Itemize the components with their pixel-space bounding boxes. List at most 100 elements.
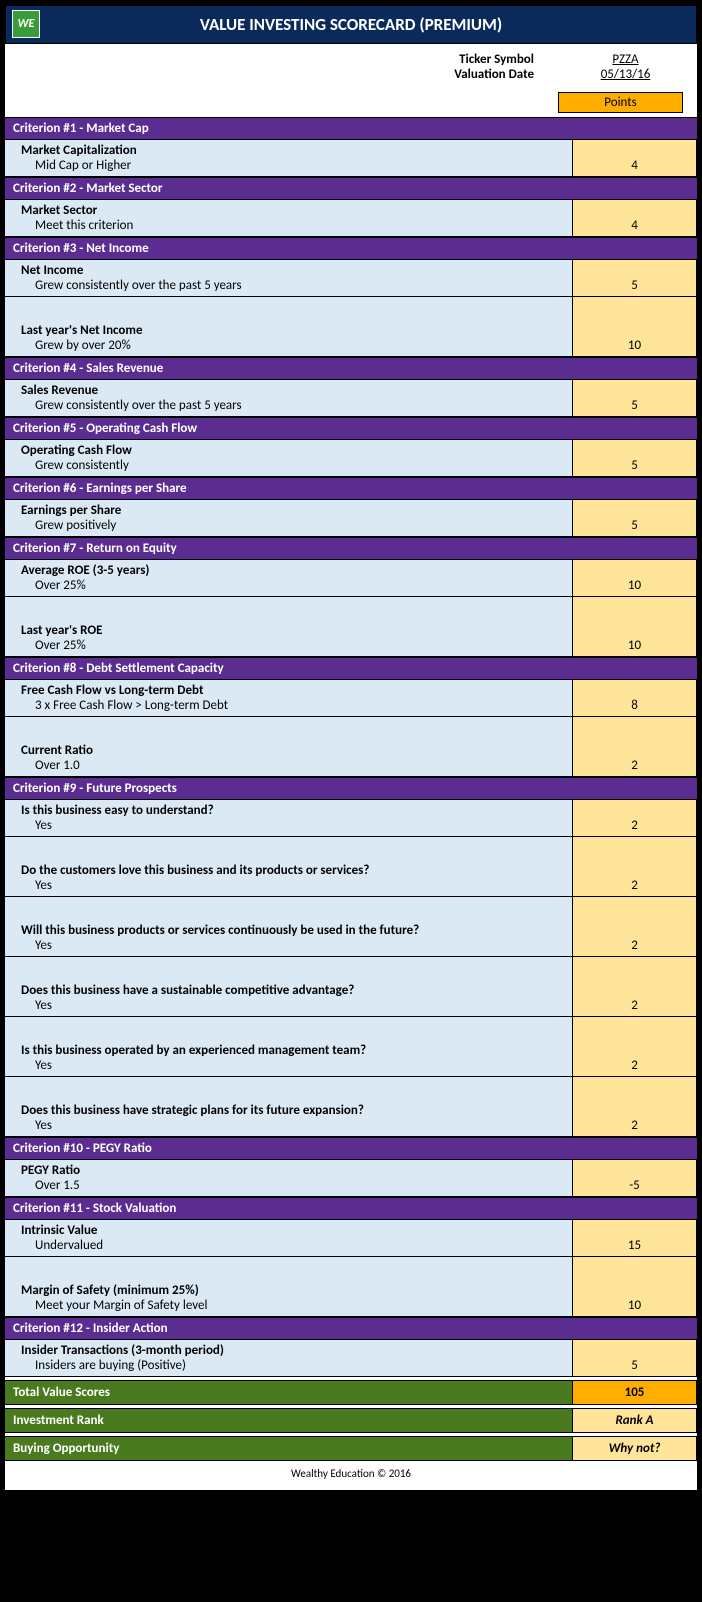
criterion-desc: Does this business have a sustainable co… (5, 980, 573, 1016)
criterion-points: 2 (573, 860, 697, 896)
criterion-sub: Over 25% (27, 638, 564, 653)
criterion-points: 5 (573, 1340, 697, 1376)
criterion-item-row: Sales RevenueGrew consistently over the … (5, 380, 697, 417)
criterion-header: Criterion #5 - Operating Cash Flow (5, 417, 697, 440)
criterion-sub: Yes (27, 998, 564, 1013)
spacer-row (5, 717, 697, 740)
criterion-sub: Undervalued (27, 1238, 564, 1253)
criterion-item-row: Free Cash Flow vs Long-term Debt3 x Free… (5, 680, 697, 717)
spacer-row (5, 1257, 697, 1280)
criterion-sub: Mid Cap or Higher (27, 158, 564, 173)
criterion-item-row: Intrinsic ValueUndervalued15 (5, 1220, 697, 1257)
spacer-row (5, 1017, 697, 1040)
criterion-points: 2 (573, 1100, 697, 1136)
buying-opportunity-label: Buying Opportunity (5, 1437, 573, 1460)
criterion-title: Last year's ROE (21, 623, 564, 638)
criterion-sub: Insiders are buying (Positive) (27, 1358, 564, 1373)
criterion-item-row: Last year's ROEOver 25%10 (5, 620, 697, 657)
criterion-item-row: Does this business have a sustainable co… (5, 980, 697, 1017)
ticker-label: Ticker Symbol (334, 52, 564, 67)
criterion-item-row: Does this business have strategic plans … (5, 1100, 697, 1137)
criterion-title: Insider Transactions (3-month period) (21, 1343, 564, 1358)
criterion-header: Criterion #12 - Insider Action (5, 1317, 697, 1340)
criterion-sub: Yes (27, 818, 564, 833)
spacer-row (5, 597, 697, 620)
criterion-desc: Market SectorMeet this criterion (5, 200, 573, 236)
criterion-title: Sales Revenue (21, 383, 564, 398)
criterion-sub: Yes (27, 1118, 564, 1133)
criterion-title: Earnings per Share (21, 503, 564, 518)
criterion-desc: Current RatioOver 1.0 (5, 740, 573, 776)
criterion-item-row: Market SectorMeet this criterion4 (5, 200, 697, 237)
spacer-row (5, 1077, 697, 1100)
investment-rank-value: Rank A (573, 1409, 697, 1432)
criterion-sub: Meet this criterion (27, 218, 564, 233)
spacer-row (5, 837, 697, 860)
spacer-row (5, 957, 697, 980)
footer-text: Wealthy Education © 2016 (5, 1461, 697, 1490)
criterion-sub: Grew consistently (27, 458, 564, 473)
date-label: Valuation Date (334, 67, 564, 82)
criterion-points: 10 (573, 620, 697, 656)
total-score-label: Total Value Scores (5, 1381, 573, 1404)
buying-opportunity-row: Buying Opportunity Why not? (5, 1436, 697, 1461)
criterion-points: 2 (573, 800, 697, 836)
criterion-item-row: Do the customers love this business and … (5, 860, 697, 897)
criterion-header: Criterion #4 - Sales Revenue (5, 357, 697, 380)
criterion-title: Operating Cash Flow (21, 443, 564, 458)
buying-opportunity-value: Why not? (573, 1437, 697, 1460)
criterion-points: 2 (573, 920, 697, 956)
criterion-header: Criterion #3 - Net Income (5, 237, 697, 260)
criterion-title: PEGY Ratio (21, 1163, 564, 1178)
criterion-points: 5 (573, 500, 697, 536)
criterion-item-row: Will this business products or services … (5, 920, 697, 957)
criterion-desc: Market CapitalizationMid Cap or Higher (5, 140, 573, 176)
criterion-title: Average ROE (3-5 years) (21, 563, 564, 578)
criterion-title: Does this business have a sustainable co… (21, 983, 564, 998)
criterion-desc: Insider Transactions (3-month period)Ins… (5, 1340, 573, 1376)
criterion-header: Criterion #11 - Stock Valuation (5, 1197, 697, 1220)
criterion-sub: 3 x Free Cash Flow > Long-term Debt (27, 698, 564, 713)
criteria-container: Criterion #1 - Market CapMarket Capitali… (5, 117, 697, 1377)
criterion-header: Criterion #10 - PEGY Ratio (5, 1137, 697, 1160)
criterion-title: Free Cash Flow vs Long-term Debt (21, 683, 564, 698)
criterion-points: 5 (573, 440, 697, 476)
criterion-item-row: Current RatioOver 1.02 (5, 740, 697, 777)
criterion-desc: Intrinsic ValueUndervalued (5, 1220, 573, 1256)
spacer-row (5, 897, 697, 920)
criterion-title: Current Ratio (21, 743, 564, 758)
criterion-desc: Will this business products or services … (5, 920, 573, 956)
date-value: 05/13/16 (564, 67, 687, 82)
criterion-title: Will this business products or services … (21, 923, 564, 938)
total-score-row: Total Value Scores 105 (5, 1380, 697, 1405)
criterion-title: Intrinsic Value (21, 1223, 564, 1238)
scorecard-page: WE VALUE INVESTING SCORECARD (PREMIUM) T… (3, 3, 699, 1492)
criterion-item-row: Average ROE (3-5 years)Over 25%10 (5, 560, 697, 597)
criterion-title: Is this business operated by an experien… (21, 1043, 564, 1058)
criterion-sub: Grew consistently over the past 5 years (27, 398, 564, 413)
criterion-title: Margin of Safety (minimum 25%) (21, 1283, 564, 1298)
total-score-value: 105 (573, 1381, 697, 1404)
criterion-header: Criterion #1 - Market Cap (5, 117, 697, 140)
criterion-sub: Over 1.5 (27, 1178, 564, 1193)
page-title: VALUE INVESTING SCORECARD (PREMIUM) (200, 14, 502, 35)
criterion-sub: Over 25% (27, 578, 564, 593)
criterion-title: Does this business have strategic plans … (21, 1103, 564, 1118)
criterion-title: Market Capitalization (21, 143, 564, 158)
criterion-title: Last year's Net Income (21, 323, 564, 338)
criterion-desc: Last year's ROEOver 25% (5, 620, 573, 656)
meta-block: Ticker Symbol PZZA Valuation Date 05/13/… (5, 44, 697, 117)
criterion-desc: Net IncomeGrew consistently over the pas… (5, 260, 573, 296)
criterion-desc: Does this business have strategic plans … (5, 1100, 573, 1136)
spacer-row (5, 297, 697, 320)
criterion-desc: Earnings per ShareGrew positively (5, 500, 573, 536)
logo-icon: WE (12, 10, 40, 38)
criterion-points: 4 (573, 140, 697, 176)
criterion-item-row: Last year's Net IncomeGrew by over 20%10 (5, 320, 697, 357)
criterion-desc: Margin of Safety (minimum 25%)Meet your … (5, 1280, 573, 1316)
criterion-points: 10 (573, 320, 697, 356)
criterion-points: 4 (573, 200, 697, 236)
criterion-points: 2 (573, 980, 697, 1016)
criterion-desc: Do the customers love this business and … (5, 860, 573, 896)
criterion-item-row: Operating Cash FlowGrew consistently 5 (5, 440, 697, 477)
